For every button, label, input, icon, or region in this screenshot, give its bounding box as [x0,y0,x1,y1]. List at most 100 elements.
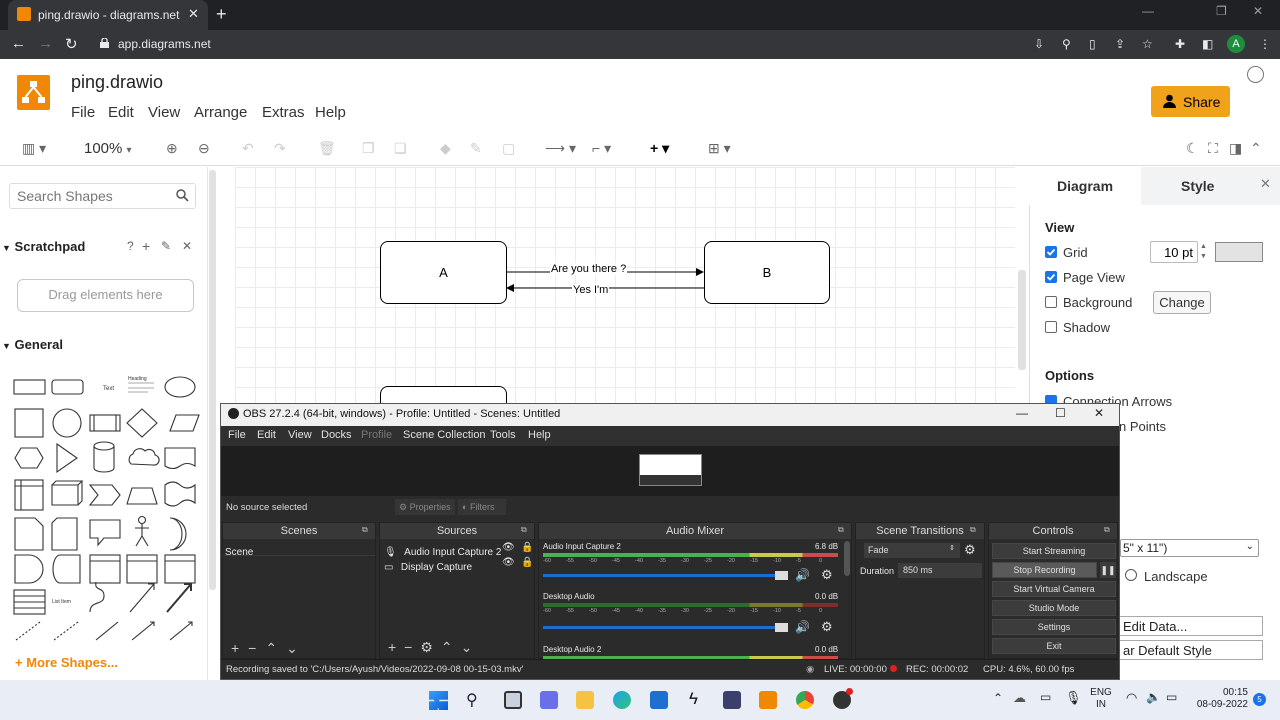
pageview-checkbox[interactable] [1045,271,1057,283]
shadow-checkbox[interactable] [1045,321,1057,333]
source-item[interactable]: ▭ Display Capture [384,557,472,575]
stop-recording-button[interactable]: Stop Recording [992,562,1097,578]
search-shapes-input[interactable]: Search Shapes [9,183,196,209]
zoom-select[interactable]: 100% ▾ [84,140,132,157]
speaker-icon[interactable]: 🔊 [795,568,810,582]
obs-menu-profile[interactable]: Profile [361,429,392,441]
tab-diagram[interactable]: Diagram [1029,167,1141,205]
shape-heading[interactable]: Heading [128,376,147,382]
app-bolt-icon[interactable]: ϟ [689,689,698,709]
profile-avatar[interactable]: A [1227,35,1245,53]
general-shape-library[interactable]: Text Heading List Item [10,372,200,642]
menu-edit[interactable]: Edit [108,104,134,121]
restore-icon[interactable]: ❐ [1216,4,1227,18]
set-default-style-button[interactable]: ar Default Style [1118,640,1263,660]
install-app-icon[interactable]: ⇩ [1034,37,1044,51]
landscape-radio[interactable] [1125,569,1137,581]
tray-chevron-icon[interactable]: ⌃ [993,691,1003,705]
app-tray-icon[interactable]: ▭ [1040,690,1051,704]
start-streaming-button[interactable]: Start Streaming [992,543,1116,559]
language-globe-icon[interactable] [1247,66,1264,83]
share-page-icon[interactable]: ⇪ [1115,37,1125,51]
line-color-icon[interactable]: ✎ [470,140,482,157]
insert-icon[interactable]: + ▾ [650,140,669,157]
close-icon[interactable]: ✕ [182,239,192,253]
wifi-icon[interactable]: ◠ [1126,690,1137,706]
shapes-scrollbar[interactable] [209,170,216,590]
duration-input[interactable]: 850 ms [898,563,982,578]
dock-float-icon[interactable]: ⧉ [362,525,368,535]
obs-menu-help[interactable]: Help [528,429,551,441]
connection-icon[interactable]: ⟶ ▾ [545,140,576,157]
language-indicator[interactable]: ENG IN [1088,687,1114,711]
obs-menu-edit[interactable]: Edit [257,429,276,441]
search-icon[interactable]: ⚲ [466,690,478,710]
change-background-button[interactable]: Change [1153,291,1211,314]
new-tab-icon[interactable]: + [216,4,227,25]
obs-menu-docks[interactable]: Docks [321,429,352,441]
menu-extras[interactable]: Extras [262,104,305,121]
delete-icon[interactable]: 🗑 [318,140,336,157]
scenes-toolbar[interactable]: +−⌃⌄ [231,640,307,657]
drag-drop-zone[interactable]: Drag elements here [17,279,194,312]
settings-button[interactable]: Settings [992,619,1116,635]
edit-data-button[interactable]: Edit Data... [1118,616,1263,636]
microphone-icon[interactable]: 🎙 [1065,690,1082,706]
visibility-eye-icon[interactable]: 👁 [502,542,515,553]
obs-menu-file[interactable]: File [228,429,246,441]
notification-badge[interactable]: 5 [1253,693,1266,706]
bookmark-star-icon[interactable]: ☆ [1142,37,1153,51]
start-virtual-camera-button[interactable]: Start Virtual Camera [992,581,1116,597]
properties-button[interactable]: ⚙ Properties [395,499,455,515]
scratchpad-help[interactable]: ? [127,239,134,253]
onedrive-icon[interactable]: ☁ [1013,690,1026,706]
lock-icon[interactable]: 🔒 [521,542,533,553]
to-back-icon[interactable]: ❏ [394,140,407,157]
shape-text[interactable]: Text [103,386,114,392]
reload-icon[interactable]: ↻ [65,35,78,53]
node-b[interactable]: B [704,241,830,304]
grid-color-swatch[interactable] [1215,242,1263,262]
canvas-scrollbar[interactable] [1018,270,1026,370]
background-checkbox[interactable] [1045,296,1057,308]
redo-icon[interactable]: ↷ [274,140,286,157]
grid-size-input[interactable]: 10 pt [1150,241,1198,263]
omnibox[interactable]: app.diagrams.net [92,34,1162,54]
menu-help[interactable]: Help [315,104,346,121]
dock-float-icon[interactable]: ⧉ [970,525,976,535]
edge-forward-label[interactable]: Are you there ? [550,263,628,275]
dock-float-icon[interactable]: ⧉ [521,525,527,535]
battery-icon[interactable]: ▭ [1166,690,1177,704]
undo-icon[interactable]: ↶ [242,140,254,157]
volume-slider-handle[interactable] [775,571,788,580]
menu-arrange[interactable]: Arrange [194,104,247,121]
app-cube-icon[interactable] [723,691,741,709]
menu-file[interactable]: File [71,104,95,121]
gear-icon[interactable]: ⚙ [964,542,976,558]
tab-close-icon[interactable]: ✕ [188,6,199,22]
general-header[interactable]: ▼ General [2,337,63,352]
chrome-menu-icon[interactable]: ⋮ [1259,37,1271,51]
to-front-icon[interactable]: ❐ [362,140,375,157]
studio-mode-button[interactable]: Studio Mode [992,600,1116,616]
obs-menu-scene-collection[interactable]: Scene Collection [403,429,486,441]
volume-slider[interactable] [543,574,788,577]
edge-icon[interactable] [613,691,631,709]
visibility-eye-icon[interactable]: 👁 [502,557,515,568]
gear-icon[interactable]: ⚙ [821,619,833,635]
pause-recording-icon[interactable]: ❚❚ [1100,562,1116,578]
volume-slider-handle[interactable] [775,623,788,632]
transition-select[interactable]: Fade ⇕ [864,543,960,558]
filters-button[interactable]: ◐ Filters [458,499,506,515]
dock-float-icon[interactable]: ⧉ [1104,525,1110,535]
fill-color-icon[interactable]: ◆ [440,140,451,157]
exit-button[interactable]: Exit [992,638,1116,654]
zoom-icon[interactable]: ⚲ [1062,37,1071,51]
sidebar-icon[interactable]: ◧ [1202,37,1213,51]
panel-close-icon[interactable]: ✕ [1260,176,1271,192]
clock[interactable]: 00:15 08-09-2022 [1184,687,1248,711]
fullscreen-icon[interactable]: ⛶ [1208,140,1218,157]
scratchpad-header[interactable]: ▼ Scratchpad [2,239,85,254]
file-explorer-icon[interactable] [576,691,594,709]
volume-slider[interactable] [543,626,788,629]
